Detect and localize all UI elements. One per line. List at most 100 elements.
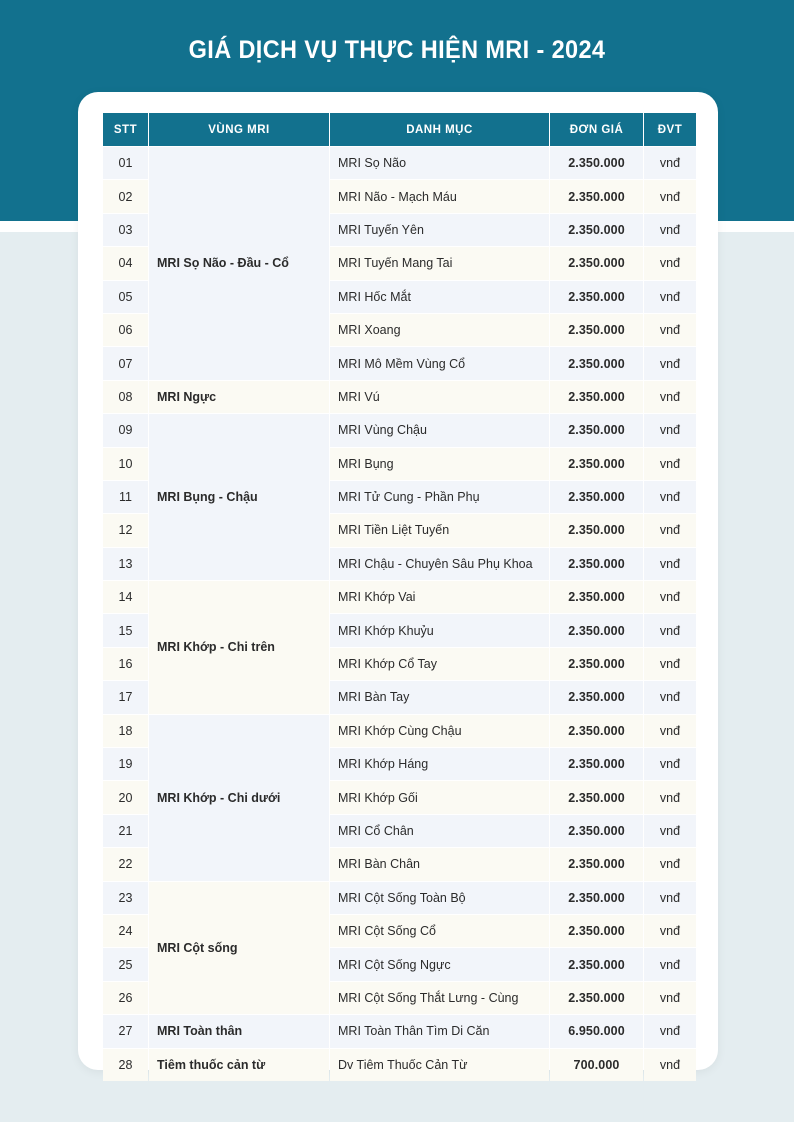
table-body: 01 MRI Sọ Não - Đầu - Cổ MRI Sọ Não 2.350.0… <box>103 147 696 1081</box>
cell-service-name: MRI Toàn Thân Tìm Di Căn <box>330 1015 549 1048</box>
cell-price: 2.350.000 <box>550 748 643 781</box>
table-row: 01 MRI Sọ Não - Đầu - Cổ MRI Sọ Não 2.350.0… <box>103 147 696 380</box>
cell-price: 2.350.000 <box>550 180 643 213</box>
cell-stt: 06 <box>103 313 148 347</box>
cell-unit: vnđ <box>644 881 696 914</box>
cell-service-name: MRI Bàn Tay <box>330 681 549 714</box>
cell-price: 2.350.000 <box>550 414 643 447</box>
cell-service-name: MRI Vùng Chậu <box>330 414 549 447</box>
cell-price: 2.350.000 <box>550 881 643 914</box>
cell-unit: vnđ <box>644 147 696 180</box>
cell-price: 6.950.000 <box>550 1015 643 1048</box>
cell-stt: 16 <box>103 647 148 681</box>
mri-price-table: STT VÙNG MRI DANH MỤC ĐƠN GIÁ ĐVT 01 MRI … <box>102 112 697 1082</box>
column-header-stt: STT <box>103 113 148 146</box>
cell-price: 2.350.000 <box>550 948 643 981</box>
cell-stt: 01 <box>103 147 148 180</box>
cell-service-name: MRI Khớp Cổ Tay <box>330 647 549 681</box>
table-header-row: STT VÙNG MRI DANH MỤC ĐƠN GIÁ ĐVT <box>103 113 696 146</box>
cell-unit: vnđ <box>644 748 696 781</box>
cell-unit: vnđ <box>644 614 696 647</box>
cell-stt: 05 <box>103 280 148 313</box>
table-row: 28 Tiêm thuốc cản từ Dv Tiêm Thuốc Cản Từ 7… <box>103 1048 696 1081</box>
cell-service-name: MRI Tuyến Yên <box>330 213 549 247</box>
cell-unit: vnđ <box>644 848 696 881</box>
cell-service-name: MRI Tử Cung - Phần Phụ <box>330 480 549 514</box>
cell-service-name: MRI Cột Sống Cổ <box>330 914 549 948</box>
cell-group-label: MRI Sọ Não - Đầu - Cổ <box>149 147 329 380</box>
table-row: 09 MRI Bụng - Chậu MRI Vùng Chậu 2.350.000 v… <box>103 414 696 581</box>
cell-service-name: MRI Cột Sống Toàn Bộ <box>330 881 549 914</box>
cell-price: 2.350.000 <box>550 681 643 714</box>
cell-unit: vnđ <box>644 814 696 848</box>
cell-stt: 10 <box>103 447 148 480</box>
cell-price: 2.350.000 <box>550 914 643 948</box>
cell-service-name: MRI Khớp Khuỷu <box>330 614 549 647</box>
cell-price: 2.350.000 <box>550 781 643 814</box>
cell-price: 700.000 <box>550 1048 643 1081</box>
cell-stt: 09 <box>103 414 148 447</box>
cell-stt: 21 <box>103 814 148 848</box>
cell-price: 2.350.000 <box>550 547 643 581</box>
cell-price: 2.350.000 <box>550 147 643 180</box>
cell-stt: 02 <box>103 180 148 213</box>
cell-price: 2.350.000 <box>550 848 643 881</box>
cell-unit: vnđ <box>644 714 696 748</box>
cell-unit: vnđ <box>644 547 696 581</box>
cell-group-label: MRI Khớp - Chi trên <box>149 581 329 714</box>
cell-price: 2.350.000 <box>550 213 643 247</box>
cell-price: 2.350.000 <box>550 814 643 848</box>
cell-service-name: MRI Hốc Mắt <box>330 280 549 313</box>
cell-price: 2.350.000 <box>550 480 643 514</box>
table-row: 23 MRI Cột sống MRI Cột Sống Toàn Bộ 2.350.… <box>103 881 696 1015</box>
cell-price: 2.350.000 <box>550 647 643 681</box>
cell-group-label: MRI Ngực <box>149 380 329 414</box>
table-row: 18 MRI Khớp - Chi dưới MRI Khớp Cùng Chậu 2… <box>103 714 696 881</box>
cell-stt: 11 <box>103 480 148 514</box>
cell-group-label: MRI Khớp - Chi dưới <box>149 714 329 881</box>
cell-price: 2.350.000 <box>550 514 643 547</box>
cell-unit: vnđ <box>644 414 696 447</box>
cell-stt: 08 <box>103 380 148 414</box>
cell-service-name: MRI Tuyến Mang Tai <box>330 247 549 280</box>
cell-stt: 12 <box>103 514 148 547</box>
table-row: 08 MRI Ngực MRI Vú 2.350.000 vnđ <box>103 380 696 414</box>
column-header-vung: VÙNG MRI <box>149 113 329 146</box>
cell-unit: vnđ <box>644 313 696 347</box>
cell-price: 2.350.000 <box>550 313 643 347</box>
cell-unit: vnđ <box>644 647 696 681</box>
cell-service-name: MRI Khớp Gối <box>330 781 549 814</box>
cell-price: 2.350.000 <box>550 447 643 480</box>
cell-unit: vnđ <box>644 914 696 948</box>
cell-stt: 28 <box>103 1048 148 1081</box>
cell-service-name: MRI Vú <box>330 380 549 414</box>
cell-unit: vnđ <box>644 514 696 547</box>
cell-unit: vnđ <box>644 981 696 1015</box>
cell-unit: vnđ <box>644 347 696 380</box>
cell-service-name: MRI Xoang <box>330 313 549 347</box>
cell-stt: 13 <box>103 547 148 581</box>
cell-service-name: MRI Cổ Chân <box>330 814 549 848</box>
cell-unit: vnđ <box>644 280 696 313</box>
table-header: STT VÙNG MRI DANH MỤC ĐƠN GIÁ ĐVT <box>103 113 696 146</box>
cell-service-name: MRI Bàn Chân <box>330 848 549 881</box>
cell-stt: 04 <box>103 247 148 280</box>
cell-price: 2.350.000 <box>550 280 643 313</box>
cell-price: 2.350.000 <box>550 981 643 1015</box>
table-row: 14 MRI Khớp - Chi trên MRI Khớp Vai 2.350.0… <box>103 581 696 714</box>
cell-unit: vnđ <box>644 480 696 514</box>
cell-unit: vnđ <box>644 781 696 814</box>
cell-service-name: MRI Khớp Vai <box>330 581 549 614</box>
cell-service-name: MRI Khớp Cùng Chậu <box>330 714 549 748</box>
cell-stt: 23 <box>103 881 148 914</box>
cell-service-name: Dv Tiêm Thuốc Cản Từ <box>330 1048 549 1081</box>
cell-service-name: MRI Cột Sống Ngực <box>330 948 549 981</box>
cell-stt: 07 <box>103 347 148 380</box>
cell-stt: 20 <box>103 781 148 814</box>
cell-service-name: MRI Bụng <box>330 447 549 480</box>
cell-service-name: MRI Tiền Liệt Tuyến <box>330 514 549 547</box>
column-header-gia: ĐƠN GIÁ <box>550 113 643 146</box>
cell-unit: vnđ <box>644 213 696 247</box>
cell-price: 2.350.000 <box>550 714 643 748</box>
cell-price: 2.350.000 <box>550 581 643 614</box>
